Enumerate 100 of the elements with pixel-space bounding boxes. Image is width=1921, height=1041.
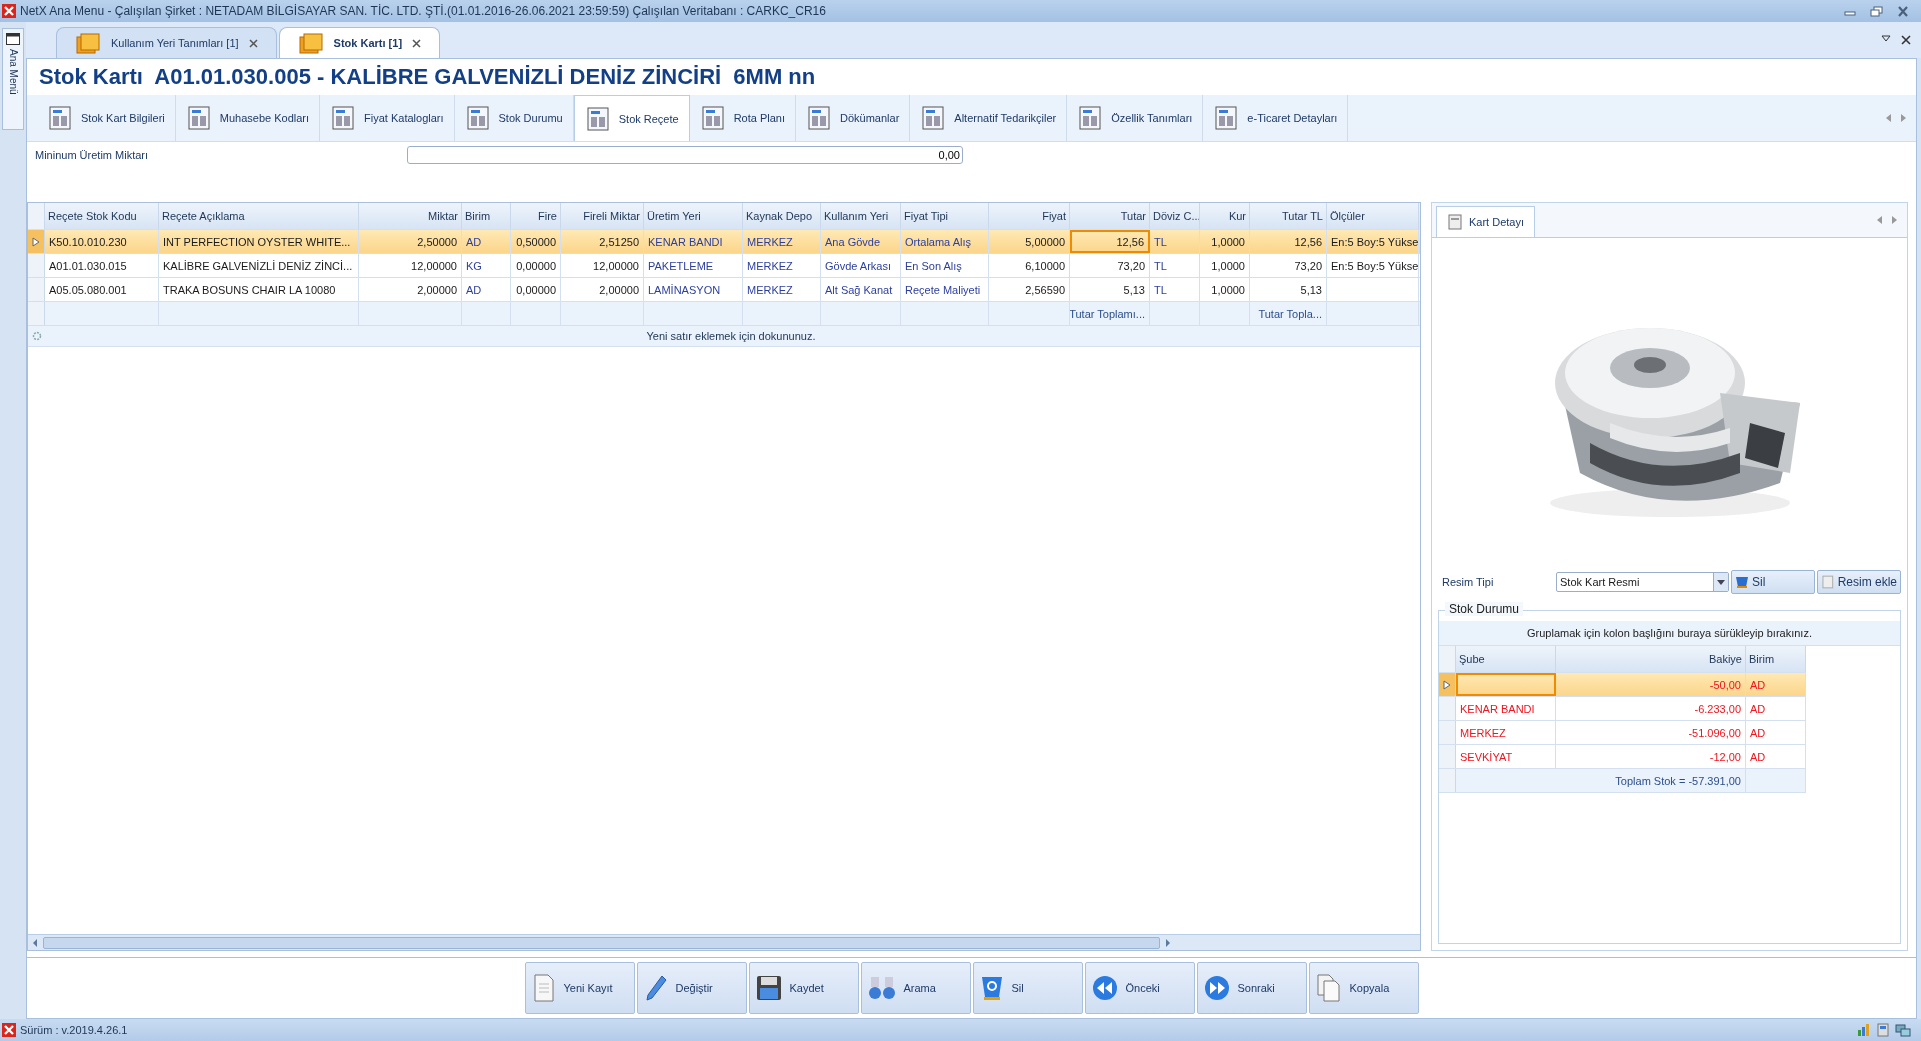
column-header[interactable]: Bakiye xyxy=(1556,646,1746,672)
table-cell: LAMİNASYON xyxy=(644,278,743,301)
document-tab[interactable]: Kullanım Yeri Tanımları [1] xyxy=(56,27,277,58)
field-label: Mininum Üretim Miktarı xyxy=(35,149,150,161)
panel-button[interactable]: Sil xyxy=(1731,570,1815,594)
bin-icon xyxy=(979,975,1004,1001)
version-label: Sürüm : v.2019.4.26.1 xyxy=(20,1024,128,1036)
new-row-bar[interactable]: Yeni satır eklemek için dokununuz. xyxy=(28,326,1420,347)
column-header[interactable]: Fiyat Tipi xyxy=(901,203,989,229)
table-cell: 73,20 xyxy=(1070,254,1150,277)
scroll-left-icon[interactable] xyxy=(31,937,39,948)
table-cell: AD xyxy=(462,278,511,301)
action-button[interactable]: Kaydet xyxy=(748,962,859,1014)
action-button[interactable]: Arama xyxy=(860,962,971,1014)
close-icon[interactable] xyxy=(1901,35,1911,45)
section-tab[interactable]: Dökümanlar xyxy=(796,95,911,141)
row-pointer-icon xyxy=(32,236,40,247)
action-button[interactable]: Sonraki xyxy=(1196,962,1307,1014)
column-header[interactable]: Birim xyxy=(462,203,511,229)
table-cell: A01.01.030.015 xyxy=(45,254,159,277)
column-header[interactable]: Kaynak Depo xyxy=(743,203,821,229)
column-header[interactable]: Reçete Açıklama xyxy=(159,203,359,229)
scrollbar-thumb[interactable] xyxy=(43,936,1160,949)
row-indicator[interactable] xyxy=(1439,673,1456,696)
scroll-left-icon[interactable] xyxy=(1875,215,1883,225)
table-cell: MERKEZ xyxy=(743,254,821,277)
table-cell: Ana Gövde xyxy=(821,230,901,253)
section-tab[interactable]: Rota Planı xyxy=(689,95,797,141)
section-tab[interactable]: Stok Durumu xyxy=(454,95,574,141)
table-cell: AD xyxy=(1746,721,1806,744)
action-button[interactable]: Kopyala xyxy=(1308,962,1419,1014)
column-header[interactable]: Fiyat xyxy=(989,203,1070,229)
document-icon xyxy=(47,105,73,131)
table-cell: TL xyxy=(1150,254,1200,277)
column-header[interactable]: Birim xyxy=(1746,646,1806,672)
scroll-left-icon[interactable] xyxy=(1884,113,1892,123)
group-by-hint: Gruplamak için kolon başlığını buraya sürükleyip bırakınız. xyxy=(1527,627,1812,639)
section-tab[interactable]: Muhasebe Kodları xyxy=(175,95,321,141)
scroll-right-icon[interactable] xyxy=(1164,937,1172,948)
table-cell: -50,00 xyxy=(1556,673,1746,696)
table-row[interactable]: A01.01.030.015 KALİBRE GALVENİZLİ DENİZ ZİNCİ... 12,00000 KG 0,00000 12,00000 PAKETLEME MERKEZ Gövde Arkası En Son Alış 6,10000 73,20 TL 1,0000 73,20 En:5 Boy:5 Yükse xyxy=(28,254,1420,278)
table-row[interactable]: K50.10.010.230 INT PERFECTION OYSTER WHITE... 2,50000 AD 0,50000 2,51250 KENAR BANDI MERKEZ Ana Gövde Ortalama Alış 5,00000 12,56 TL 1,0000 12,56 En:5 Boy:5 Yükse xyxy=(28,230,1420,254)
section-tab[interactable]: Alternatif Tedarikçiler xyxy=(910,95,1068,141)
document-icon xyxy=(1077,105,1104,131)
panel-icon xyxy=(6,33,20,45)
side-panel-tab[interactable]: Ana Menü xyxy=(2,28,24,130)
column-header[interactable]: Miktar xyxy=(359,203,462,229)
panel-button[interactable]: Resim ekle xyxy=(1817,570,1901,594)
close-icon[interactable] xyxy=(248,38,258,48)
section-tab[interactable]: Fiyat Katalogları xyxy=(320,95,455,141)
close-icon[interactable] xyxy=(412,38,422,48)
document-icon xyxy=(1213,105,1240,131)
table-cell: -6.233,00 xyxy=(1556,697,1746,720)
column-header[interactable]: Şube xyxy=(1456,646,1556,672)
column-header[interactable]: Ölçüler xyxy=(1327,203,1419,229)
section-tab[interactable]: Stok Kart Bilgileri xyxy=(37,95,176,141)
section-tab[interactable]: Özellik Tanımları xyxy=(1067,95,1204,141)
column-header[interactable]: Tutar xyxy=(1070,203,1150,229)
table-row[interactable]: MERKEZ -51.096,00 AD xyxy=(1439,721,1806,745)
table-cell: SEVKİYAT xyxy=(1456,745,1556,768)
column-header[interactable]: Kullanım Yeri xyxy=(821,203,901,229)
new-row-hint[interactable]: Yeni satır eklemek için dokununuz. xyxy=(646,330,816,342)
input-field[interactable]: 0,00 xyxy=(407,146,963,164)
section-tab[interactable]: e-Ticaret Detayları xyxy=(1203,95,1349,141)
action-button[interactable]: Sil xyxy=(972,962,1083,1014)
scroll-right-icon[interactable] xyxy=(1900,113,1908,123)
dropdown-field[interactable]: Stok Kart Resmi xyxy=(1556,572,1729,592)
table-cell: -12,00 xyxy=(1556,745,1746,768)
document-tab[interactable]: Stok Kartı [1] xyxy=(278,27,441,58)
app-logo-icon xyxy=(2,4,16,18)
row-indicator[interactable] xyxy=(28,230,45,253)
horizontal-scrollbar[interactable] xyxy=(28,934,1420,950)
binoculars-icon xyxy=(867,975,896,1001)
row-pointer-icon xyxy=(1443,679,1451,690)
app-logo-icon xyxy=(2,1023,16,1037)
column-header[interactable]: Fireli Miktar xyxy=(561,203,644,229)
action-button[interactable]: Değiştir xyxy=(636,962,747,1014)
action-button[interactable]: Yeni Kayıt xyxy=(524,962,635,1014)
section-tab[interactable]: Stok Reçete xyxy=(573,95,690,141)
table-cell: En:5 Boy:5 Yükse xyxy=(1327,230,1419,253)
column-header[interactable]: Tutar TL xyxy=(1250,203,1327,229)
dropdown-caret-icon[interactable] xyxy=(1881,35,1891,43)
table-cell: TL xyxy=(1150,230,1200,253)
table-cell: 12,00000 xyxy=(359,254,462,277)
document-icon xyxy=(1821,575,1835,589)
column-header[interactable]: Üretim Yeri xyxy=(644,203,743,229)
column-header[interactable]: Kur xyxy=(1200,203,1250,229)
scroll-right-icon[interactable] xyxy=(1891,215,1899,225)
action-button[interactable]: Önceki xyxy=(1084,962,1195,1014)
table-cell: TL xyxy=(1150,278,1200,301)
table-cell: K50.10.010.230 xyxy=(45,230,159,253)
panel-tab[interactable]: Kart Detayı xyxy=(1436,206,1536,237)
summary-cell: Tutar Topla... xyxy=(1250,302,1327,325)
column-header[interactable]: Döviz C... xyxy=(1150,203,1200,229)
table-row[interactable]: KENAR BANDI -6.233,00 AD xyxy=(1439,697,1806,721)
restore-icon[interactable] xyxy=(1870,5,1883,17)
column-header[interactable]: Fire xyxy=(511,203,561,229)
column-header[interactable]: Reçete Stok Kodu xyxy=(45,203,159,229)
document-icon xyxy=(806,105,833,131)
table-cell: 2,00000 xyxy=(359,278,462,301)
